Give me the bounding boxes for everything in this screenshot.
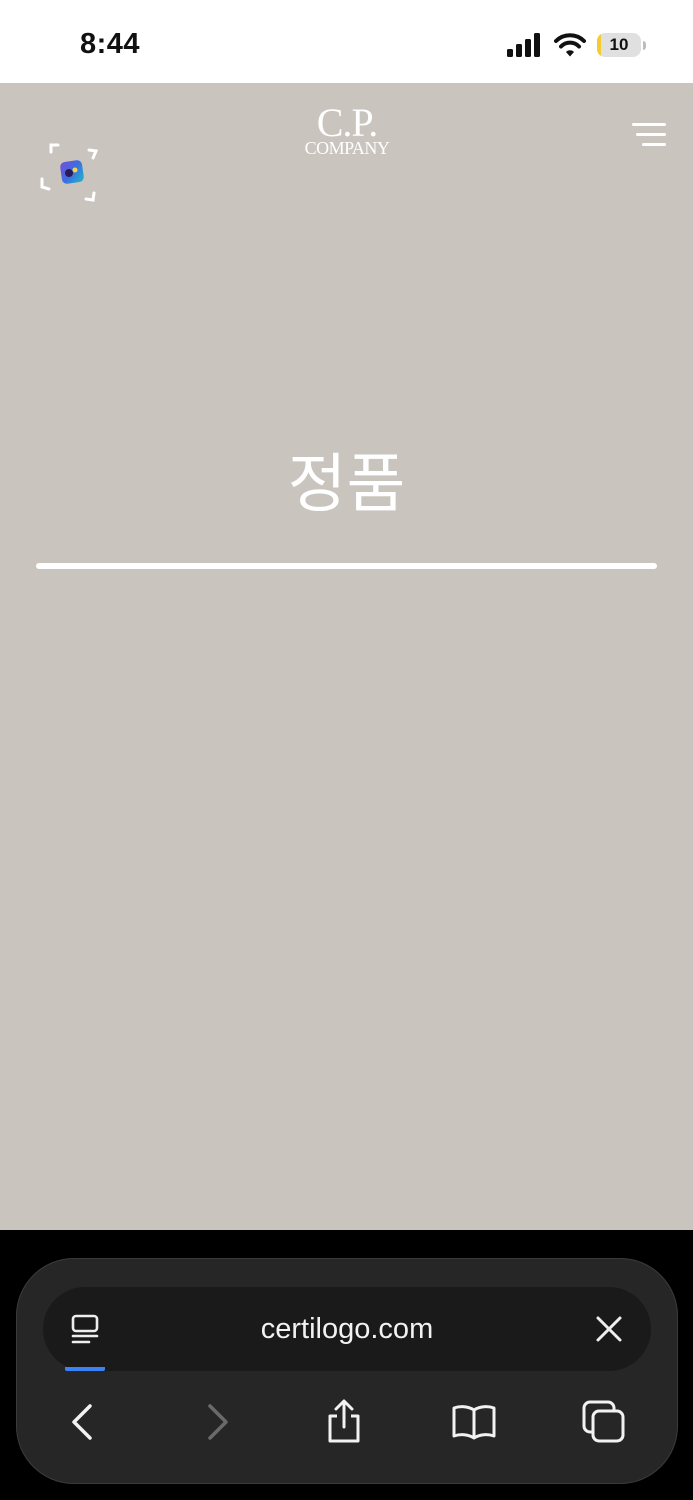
share-icon[interactable]: [320, 1398, 368, 1446]
web-page: C.P. COMPANY 정품: [0, 83, 693, 1230]
browser-panel: certilogo.com: [16, 1258, 678, 1484]
logo-wordmark: COMPANY: [304, 138, 390, 158]
url-field[interactable]: certilogo.com: [133, 1287, 561, 1371]
close-icon[interactable]: [595, 1315, 623, 1343]
scan-icon[interactable]: [38, 139, 104, 205]
page-heading: 정품: [287, 448, 406, 522]
status-time: 8:44: [80, 28, 141, 60]
tabs-icon[interactable]: [580, 1398, 628, 1446]
status-bar: 8:44 10: [0, 0, 693, 83]
wifi-icon: [554, 33, 586, 57]
brand-logo[interactable]: C.P. COMPANY: [296, 100, 398, 165]
back-icon[interactable]: [60, 1398, 108, 1446]
logo-monogram: C.P.: [316, 100, 379, 145]
heading-divider: [36, 563, 657, 569]
browser-toolbar: certilogo.com: [0, 1230, 693, 1500]
signal-icon: [507, 33, 540, 57]
page-menu-icon[interactable]: [69, 1313, 101, 1345]
address-bar[interactable]: certilogo.com: [43, 1287, 651, 1371]
forward-icon[interactable]: [192, 1398, 240, 1446]
battery-icon: 10: [597, 33, 647, 58]
menu-icon[interactable]: [628, 121, 666, 151]
battery-level: 10: [609, 35, 629, 54]
load-progress: [65, 1367, 105, 1371]
bookmarks-icon[interactable]: [450, 1398, 498, 1446]
